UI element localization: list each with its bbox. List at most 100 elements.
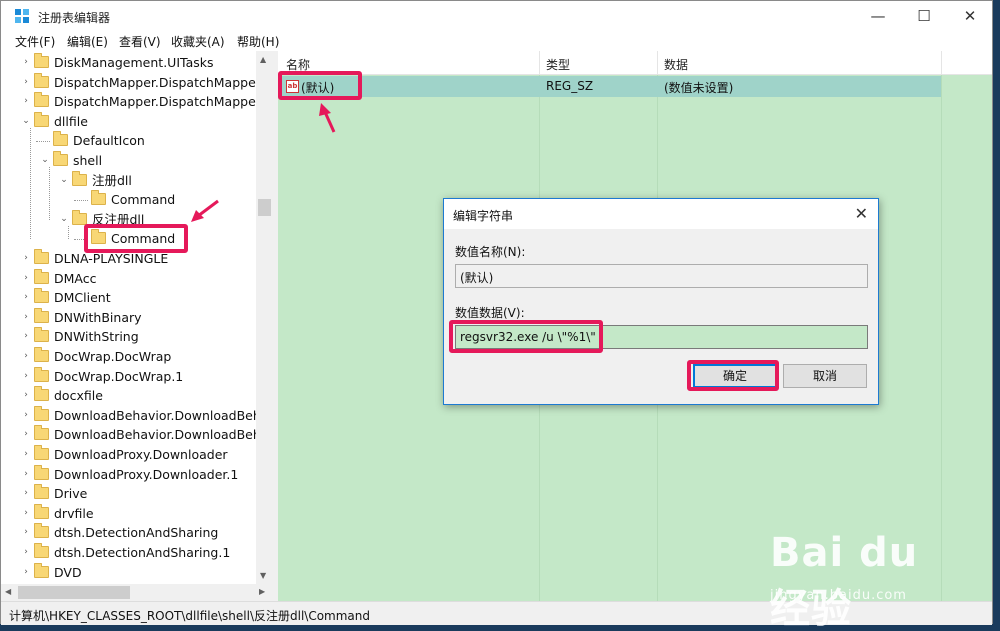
tree-item[interactable]: › DispatchMapper.DispatchMapper. (1, 92, 264, 111)
folder-icon (34, 464, 49, 480)
scroll-down-icon[interactable]: ▼ (260, 571, 266, 580)
tree-item-label: DMAcc (54, 270, 97, 286)
chevron-down-icon[interactable]: ⌄ (59, 171, 69, 190)
tree-item[interactable]: Command (1, 190, 256, 209)
folder-icon (34, 327, 49, 343)
column-separator[interactable] (941, 51, 942, 75)
folder-icon (34, 268, 49, 284)
value-name-label: 数值名称(N): (455, 245, 526, 259)
tree-horizontal-scrollbar[interactable]: ◀ ▶ (1, 584, 273, 601)
folder-icon (34, 366, 49, 382)
tree-item-label: dllfile (54, 113, 88, 129)
highlight-command-key (84, 224, 188, 253)
tree-item-label: DispatchMapper.DispatchMapper (54, 74, 261, 90)
chevron-right-icon[interactable]: › (21, 425, 31, 444)
chevron-right-icon[interactable]: › (21, 504, 31, 523)
chevron-right-icon[interactable]: › (21, 386, 31, 405)
maximize-button[interactable]: ☐ (901, 1, 947, 31)
tree-item[interactable]: › DNWithBinary (1, 307, 256, 327)
folder-icon (34, 249, 49, 264)
tree-item[interactable]: › DVD (1, 562, 256, 582)
tree-item[interactable]: › DocWrap.DocWrap (1, 347, 256, 366)
folder-icon (34, 445, 49, 460)
tree-item[interactable]: › DownloadProxy.Downloader (1, 445, 256, 464)
folder-icon (53, 151, 68, 166)
chevron-right-icon[interactable]: › (21, 563, 31, 582)
tree-item[interactable]: › DocWrap.DocWrap.1 (1, 366, 256, 386)
tree-vertical-scroll-thumb[interactable] (258, 199, 271, 216)
tree-item-label: DefaultIcon (73, 133, 145, 149)
chevron-right-icon[interactable]: › (21, 308, 31, 327)
menu-favorites[interactable]: 收藏夹(A) (171, 33, 225, 50)
chevron-right-icon[interactable]: › (21, 523, 31, 542)
registry-key-tree[interactable]: › DiskManagement.UITasks › DispatchMapper.D… (1, 51, 273, 601)
tree-item[interactable]: › dtsh.DetectionAndSharing.1 (1, 543, 256, 562)
minimize-button[interactable]: — (855, 1, 901, 31)
tree-item-label: drvfile (54, 505, 94, 521)
chevron-right-icon[interactable]: › (21, 327, 31, 346)
tree-item[interactable]: › dtsh.DetectionAndSharing (1, 523, 256, 542)
cancel-button[interactable]: 取消 (783, 364, 867, 388)
chevron-right-icon[interactable]: › (21, 53, 31, 72)
tree-item[interactable]: › DMClient (1, 288, 256, 307)
tree-item[interactable]: › Drive (1, 484, 256, 503)
folder-icon (34, 523, 49, 539)
tree-item-label: DMClient (54, 290, 111, 306)
tree-item[interactable]: › DownloadBehavior.DownloadBeha (1, 425, 268, 444)
tree-item-label: DownloadProxy.Downloader.1 (54, 466, 239, 482)
chevron-right-icon[interactable]: › (21, 249, 31, 268)
dialog-close-icon[interactable]: ✕ (855, 204, 868, 223)
tree-item[interactable]: ⌄ shell (1, 151, 256, 170)
chevron-right-icon[interactable]: › (21, 367, 31, 386)
chevron-right-icon[interactable]: › (21, 484, 31, 503)
menu-edit[interactable]: 编辑(E) (67, 33, 108, 50)
chevron-right-icon[interactable]: › (21, 269, 31, 288)
tree-item[interactable]: › DiskManagement.UITasks (1, 53, 256, 72)
tree-item[interactable]: DefaultIcon (1, 131, 256, 150)
folder-icon (34, 53, 49, 68)
column-header-type[interactable]: 类型 (546, 56, 570, 73)
tree-item-label: Drive (54, 486, 88, 502)
column-separator[interactable] (657, 51, 658, 75)
tree-item[interactable]: › DNWithString (1, 327, 256, 346)
tree-item[interactable]: › DownloadBehavior.DownloadBeha (1, 405, 268, 425)
column-header-data[interactable]: 数据 (664, 56, 688, 73)
chevron-right-icon[interactable]: › (21, 288, 31, 307)
tree-item[interactable]: › DownloadProxy.Downloader.1 (1, 464, 256, 484)
chevron-right-icon[interactable]: › (21, 445, 31, 464)
tree-item[interactable]: ⌄ 注册dll (1, 170, 256, 190)
menu-view[interactable]: 查看(V) (119, 33, 161, 50)
chevron-right-icon[interactable]: › (21, 543, 31, 562)
scroll-right-icon[interactable]: ▶ (259, 587, 265, 596)
tree-connector (36, 141, 50, 143)
menu-bar: 文件(F) 编辑(E) 查看(V) 收藏夹(A) 帮助(H) (1, 31, 992, 51)
tree-item[interactable]: › DMAcc (1, 268, 256, 288)
value-data: (数值未设置) (664, 81, 734, 95)
folder-icon (91, 190, 106, 206)
folder-icon (34, 307, 49, 323)
scroll-left-icon[interactable]: ◀ (5, 587, 11, 596)
column-separator[interactable] (539, 51, 540, 75)
folder-icon (34, 92, 49, 108)
column-divider (941, 75, 942, 601)
close-button[interactable]: ✕ (947, 1, 993, 31)
tree-item[interactable]: › DispatchMapper.DispatchMapper (1, 72, 261, 92)
menu-help[interactable]: 帮助(H) (237, 33, 279, 50)
chevron-right-icon[interactable]: › (21, 73, 31, 92)
chevron-right-icon[interactable]: › (21, 465, 31, 484)
tree-item[interactable]: ⌄ dllfile (1, 111, 256, 131)
tree-item-label: DownloadBehavior.DownloadBeha (54, 407, 269, 423)
tree-item[interactable]: › drvfile (1, 503, 256, 523)
tree-vertical-scrollbar[interactable]: ▲ ▼ (256, 51, 273, 584)
value-data-label: 数值数据(V): (455, 306, 525, 320)
chevron-right-icon[interactable]: › (21, 347, 31, 366)
table-row[interactable]: ab (默认) REG_SZ (数值未设置) (278, 76, 941, 97)
tree-horizontal-scroll-thumb[interactable] (18, 586, 130, 599)
tree-item-label: dtsh.DetectionAndSharing (54, 525, 219, 541)
tree-item[interactable]: › docxfile (1, 386, 256, 405)
tree-item-label: 注册dll (92, 172, 132, 188)
scroll-up-icon[interactable]: ▲ (260, 55, 266, 64)
chevron-right-icon[interactable]: › (21, 92, 31, 111)
menu-file[interactable]: 文件(F) (15, 33, 55, 50)
chevron-right-icon[interactable]: › (21, 406, 31, 425)
